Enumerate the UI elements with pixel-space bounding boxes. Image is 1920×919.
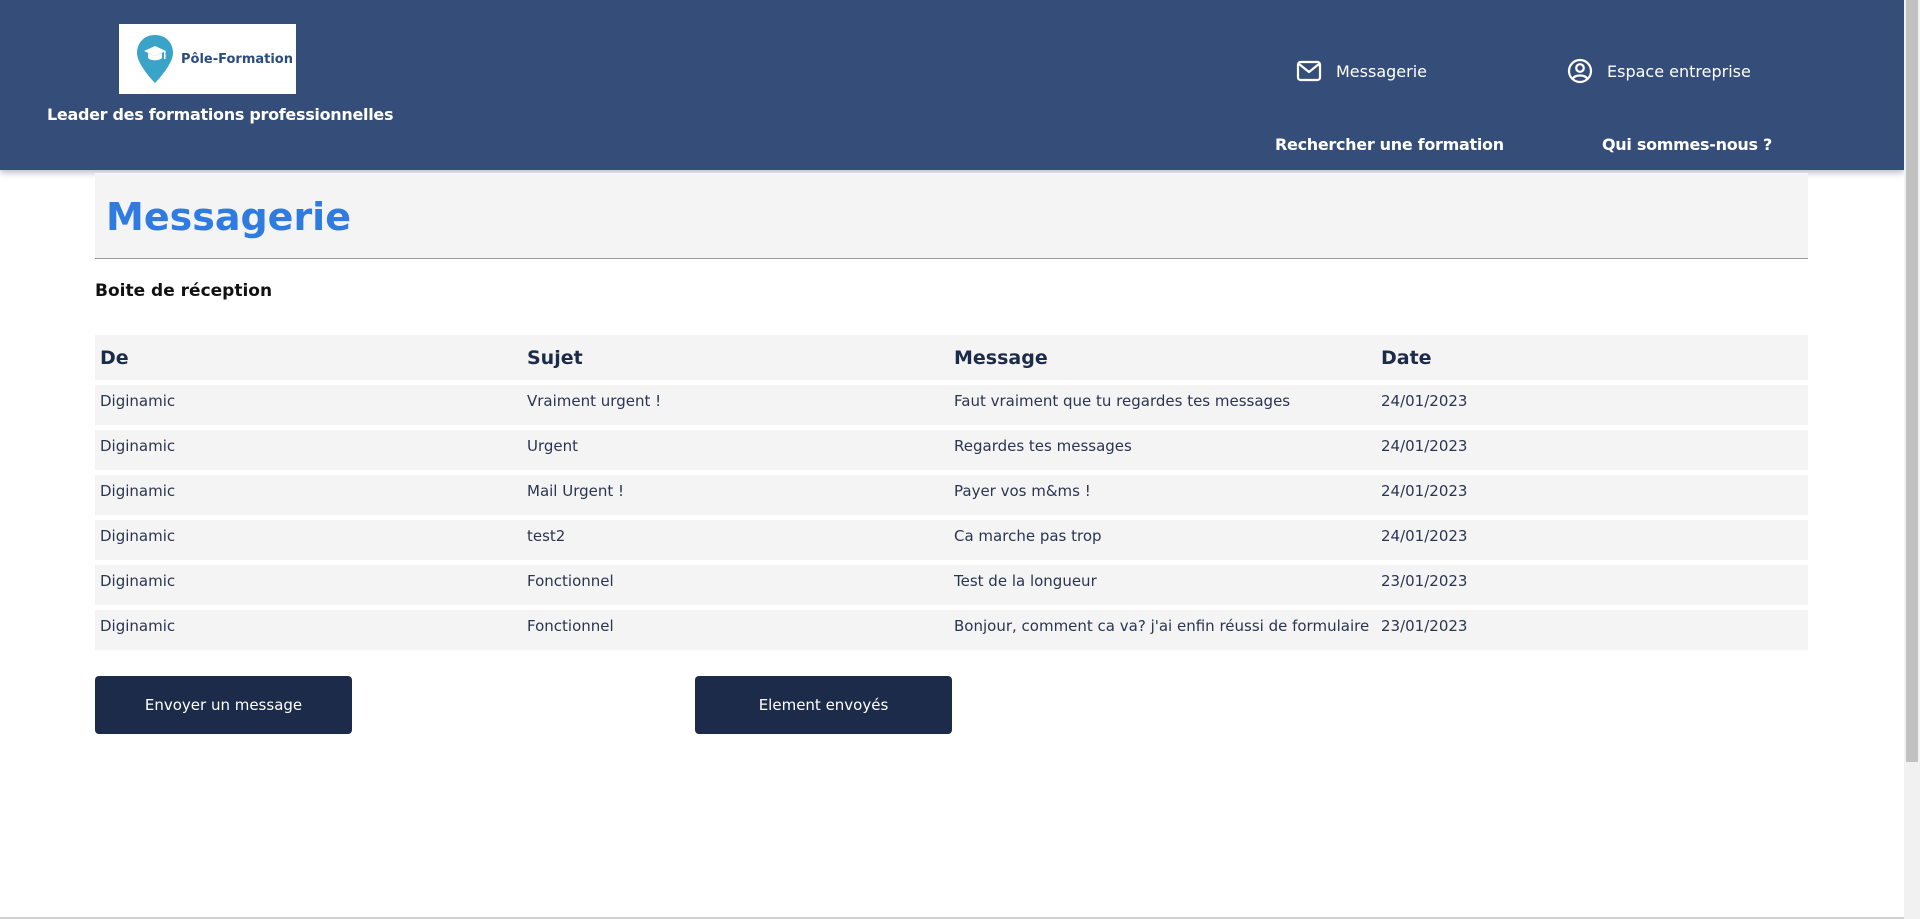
logo[interactable]: Pôle-Formation — [119, 24, 296, 94]
messagerie-link[interactable]: Messagerie — [1296, 58, 1427, 84]
table-header-row: De Sujet Message Date — [95, 335, 1808, 380]
tagline: Leader des formations professionnelles — [47, 105, 394, 124]
scrollbar-thumb[interactable] — [1906, 0, 1918, 762]
column-header-message: Message — [954, 346, 1048, 369]
espace-entreprise-link[interactable]: Espace entreprise — [1567, 58, 1751, 84]
site-header: Pôle-Formation Leader des formations pro… — [0, 0, 1904, 170]
cell-from: Diginamic — [100, 482, 176, 500]
cell-subject: Urgent — [527, 437, 579, 455]
cell-from: Diginamic — [100, 617, 176, 635]
cell-date: 23/01/2023 — [1381, 617, 1468, 635]
cell-date: 24/01/2023 — [1381, 482, 1468, 500]
table-row[interactable]: Diginamic Vraiment urgent ! Faut vraimen… — [95, 385, 1808, 425]
title-band: Messagerie — [95, 173, 1808, 259]
cell-subject: Fonctionnel — [527, 572, 614, 590]
cell-subject: Mail Urgent ! — [527, 482, 625, 500]
inbox-table: De Sujet Message Date Diginamic Vraiment… — [95, 335, 1808, 655]
logo-text: Pôle-Formation — [181, 51, 293, 67]
user-circle-icon — [1567, 58, 1593, 84]
table-row[interactable]: Diginamic Fonctionnel Bonjour, comment c… — [95, 610, 1808, 650]
sent-items-button[interactable]: Element envoyés — [695, 676, 952, 734]
cell-from: Diginamic — [100, 437, 176, 455]
messagerie-label: Messagerie — [1336, 61, 1427, 81]
table-row[interactable]: Diginamic Urgent Regardes tes messages 2… — [95, 430, 1808, 470]
nav-qui-sommes-nous[interactable]: Qui sommes-nous ? — [1602, 135, 1772, 154]
table-row[interactable]: Diginamic Fonctionnel Test de la longueu… — [95, 565, 1808, 605]
column-header-sujet: Sujet — [527, 346, 583, 369]
table-row[interactable]: Diginamic Mail Urgent ! Payer vos m&ms !… — [95, 475, 1808, 515]
cell-message: Regardes tes messages — [954, 437, 1132, 455]
cell-date: 23/01/2023 — [1381, 572, 1468, 590]
cell-message: Bonjour, comment ca va? j'ai enfin réuss… — [954, 617, 1370, 635]
cell-subject: Fonctionnel — [527, 617, 614, 635]
send-message-button[interactable]: Envoyer un message — [95, 676, 352, 734]
page-title: Messagerie — [106, 195, 351, 239]
cell-message: Ca marche pas trop — [954, 527, 1102, 545]
cell-date: 24/01/2023 — [1381, 392, 1468, 410]
cell-subject: test2 — [527, 527, 566, 545]
espace-entreprise-label: Espace entreprise — [1607, 61, 1751, 81]
graduation-pin-icon — [135, 33, 175, 85]
vertical-scrollbar[interactable] — [1904, 0, 1920, 919]
cell-from: Diginamic — [100, 392, 176, 410]
cell-from: Diginamic — [100, 572, 176, 590]
cell-from: Diginamic — [100, 527, 176, 545]
cell-subject: Vraiment urgent ! — [527, 392, 662, 410]
cell-message: Test de la longueur — [954, 572, 1097, 590]
inbox-heading: Boite de réception — [95, 281, 273, 301]
nav-rechercher-formation[interactable]: Rechercher une formation — [1275, 135, 1504, 154]
column-header-de: De — [100, 346, 129, 369]
table-row[interactable]: Diginamic test2 Ca marche pas trop 24/01… — [95, 520, 1808, 560]
cell-date: 24/01/2023 — [1381, 437, 1468, 455]
cell-message: Payer vos m&ms ! — [954, 482, 1091, 500]
envelope-icon — [1296, 58, 1322, 84]
cell-message: Faut vraiment que tu regardes tes messag… — [954, 392, 1291, 410]
cell-date: 24/01/2023 — [1381, 527, 1468, 545]
column-header-date: Date — [1381, 346, 1432, 369]
